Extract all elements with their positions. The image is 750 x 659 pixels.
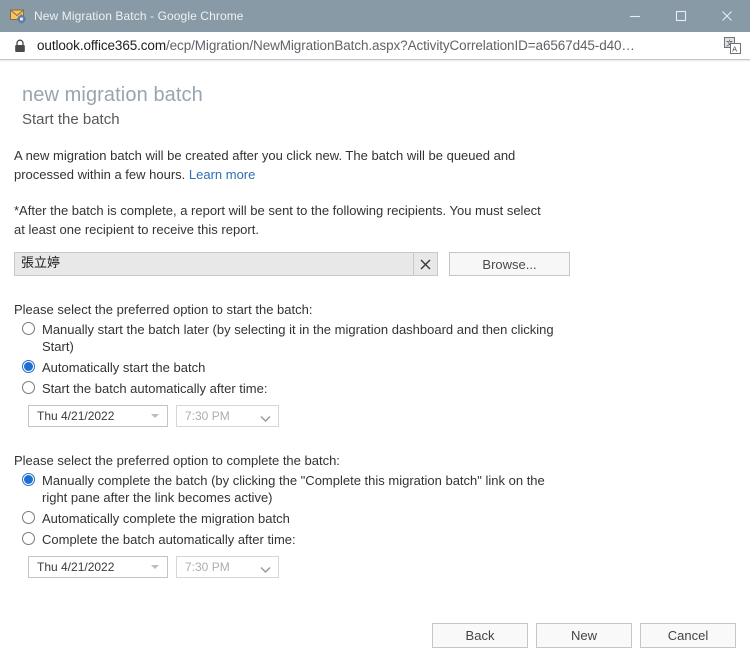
- clear-recipient-icon[interactable]: [414, 252, 438, 276]
- complete-datetime-row: Thu 4/21/2022 7:30 PM: [28, 556, 736, 578]
- radio-label: Automatically start the batch: [42, 360, 206, 375]
- complete-time-value: 7:30 PM: [185, 560, 230, 574]
- minimize-icon[interactable]: [612, 0, 658, 32]
- radio-label: Start the batch automatically after time…: [42, 381, 268, 396]
- radio-start-automatically[interactable]: Automatically start the batch: [14, 359, 736, 376]
- page-subtitle: Start the batch: [22, 111, 120, 128]
- lock-icon: [14, 39, 26, 53]
- start-date-value: Thu 4/21/2022: [37, 409, 115, 423]
- window-controls: [612, 0, 750, 32]
- radio-complete-after-time[interactable]: Complete the batch automatically after t…: [14, 531, 736, 548]
- radio-icon-selected[interactable]: [22, 473, 35, 486]
- recipient-picker-row: 張立婷 Browse...: [14, 252, 736, 276]
- start-datetime-row: Thu 4/21/2022 7:30 PM: [28, 405, 736, 427]
- radio-icon[interactable]: [22, 322, 35, 335]
- new-button[interactable]: New: [536, 623, 632, 648]
- intro-paragraph: A new migration batch will be created af…: [14, 146, 546, 184]
- chevron-down-icon: [260, 563, 271, 577]
- radio-start-after-time[interactable]: Start the batch automatically after time…: [14, 380, 736, 397]
- window-titlebar: New Migration Batch - Google Chrome: [0, 0, 750, 32]
- complete-group-label: Please select the preferred option to co…: [14, 453, 340, 468]
- address-bar[interactable]: outlook.office365.com/ecp/Migration/NewM…: [0, 32, 750, 60]
- intro-text: A new migration batch will be created af…: [14, 148, 516, 182]
- radio-icon-selected[interactable]: [22, 360, 35, 373]
- chevron-down-icon: [260, 412, 271, 426]
- radio-complete-automatically[interactable]: Automatically complete the migration bat…: [14, 510, 736, 527]
- chevron-down-icon: [151, 565, 159, 569]
- envelope-gear-icon: [10, 8, 27, 24]
- start-group-label: Please select the preferred option to st…: [14, 302, 313, 317]
- complete-date-value: Thu 4/21/2022: [37, 560, 115, 574]
- svg-text:A: A: [732, 46, 737, 54]
- translate-icon[interactable]: 文 A: [724, 37, 741, 54]
- chrome-window: New Migration Batch - Google Chrome outl…: [0, 0, 750, 659]
- maximize-icon[interactable]: [658, 0, 704, 32]
- url-path: /ecp/Migration/NewMigrationBatch.aspx?Ac…: [166, 38, 635, 53]
- dialog-footer: Back New Cancel: [14, 623, 736, 648]
- radio-icon[interactable]: [22, 511, 35, 524]
- start-date-dropdown[interactable]: Thu 4/21/2022: [28, 405, 168, 427]
- url-input[interactable]: outlook.office365.com/ecp/Migration/NewM…: [37, 38, 724, 53]
- complete-date-dropdown[interactable]: Thu 4/21/2022: [28, 556, 168, 578]
- start-time-dropdown[interactable]: 7:30 PM: [176, 405, 279, 427]
- radio-icon[interactable]: [22, 381, 35, 394]
- close-icon[interactable]: [704, 0, 750, 32]
- start-time-value: 7:30 PM: [185, 409, 230, 423]
- radio-complete-manually[interactable]: Manually complete the batch (by clicking…: [14, 472, 736, 506]
- radio-icon[interactable]: [22, 532, 35, 545]
- radio-label: Automatically complete the migration bat…: [42, 511, 290, 526]
- page-title: new migration batch: [22, 84, 203, 106]
- url-domain: outlook.office365.com: [37, 38, 166, 53]
- recipient-input[interactable]: 張立婷: [14, 252, 414, 276]
- radio-label: Manually complete the batch (by clicking…: [42, 473, 545, 505]
- cancel-button[interactable]: Cancel: [640, 623, 736, 648]
- recipients-note: *After the batch is complete, a report w…: [14, 203, 541, 237]
- omnibox-shadow: [0, 60, 750, 62]
- chevron-down-icon: [151, 414, 159, 418]
- browse-button[interactable]: Browse...: [449, 252, 570, 276]
- radio-label: Manually start the batch later (by selec…: [42, 322, 554, 354]
- radio-start-manually[interactable]: Manually start the batch later (by selec…: [14, 321, 736, 355]
- learn-more-link[interactable]: Learn more: [189, 167, 255, 182]
- back-button[interactable]: Back: [432, 623, 528, 648]
- page-content: new migration batch Start the batch A ne…: [0, 84, 750, 659]
- complete-time-dropdown[interactable]: 7:30 PM: [176, 556, 279, 578]
- radio-label: Complete the batch automatically after t…: [42, 532, 296, 547]
- window-title: New Migration Batch - Google Chrome: [34, 9, 244, 23]
